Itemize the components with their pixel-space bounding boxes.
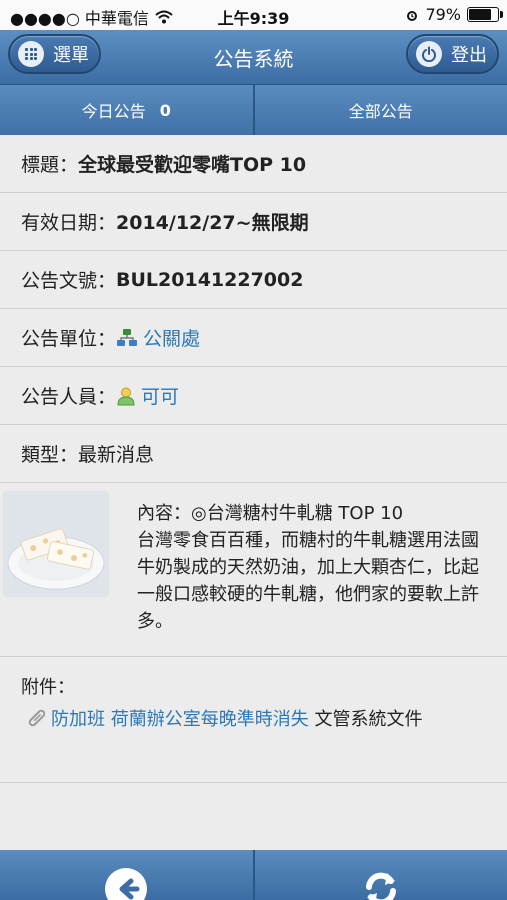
date-value: 2014/12/27~無限期 [116,212,309,234]
back-arrow-icon [105,868,148,900]
power-icon [416,41,442,67]
number-row: 公告文號： BUL20141227002 [0,251,507,309]
attachment-row: 附件： 防加班 荷蘭辦公室每晚準時消失 文管系統文件 [0,657,507,783]
attachment-link[interactable]: 防加班 荷蘭辦公室每晚準時消失 [51,709,309,730]
paperclip-icon [28,709,46,727]
alarm-icon [407,10,418,21]
nav-bar: 選單 公告系統 登出 [0,30,507,85]
status-left: ●●●●○ 中華電信 [10,5,173,29]
status-right: 79% [405,5,503,24]
person-value: 可可 [141,386,180,408]
battery-fill [469,9,491,20]
content-text: 內容：◎台灣糖村牛軋糖 TOP 10 台灣零食百百種，而糖村的牛軋糖選用法國牛奶… [137,500,485,635]
refresh-button[interactable] [252,850,507,900]
person-label: 公告人員： [21,386,117,408]
content-heading: ◎台灣糖村牛軋糖 TOP 10 [191,503,404,524]
logout-button[interactable]: 登出 [406,34,499,74]
bottom-toolbar [0,850,507,900]
unit-row: 公告單位： 公關處 [0,309,507,367]
content-label: 內容： [137,503,191,524]
number-value: BUL20141227002 [116,268,304,291]
announcement-detail: 標題： 全球最受歡迎零嘴TOP 10 有效日期： 2014/12/27~無限期 … [0,135,507,783]
logout-label: 登出 [451,45,487,66]
status-bar: ●●●●○ 中華電信 上午9:39 79% [0,0,507,30]
date-row: 有效日期： 2014/12/27~無限期 [0,193,507,251]
attachment-line: 防加班 荷蘭辦公室每晚準時消失 文管系統文件 [28,707,487,733]
wifi-icon [155,10,173,24]
date-label: 有效日期： [21,212,117,234]
type-label: 類型： [21,444,79,466]
attachment-suffix: 文管系統文件 [308,709,423,730]
type-row: 類型： 最新消息 [0,425,507,483]
number-label: 公告文號： [21,270,117,292]
unit-value: 公關處 [143,328,201,350]
unit-link[interactable]: 公關處 [116,324,200,351]
tab-today-count: 0 [159,100,171,120]
attachment-label: 附件： [21,677,75,698]
content-body: 台灣零食百百種，而糖村的牛軋糖選用法國牛奶製成的天然奶油，加上大顆杏仁，比起一般… [137,530,479,632]
back-button[interactable] [0,850,253,900]
carrier-signal: ●●●●○ 中華電信 [10,9,149,28]
content-row: 內容：◎台灣糖村牛軋糖 TOP 10 台灣零食百百種，而糖村的牛軋糖選用法國牛奶… [0,483,507,657]
tab-today[interactable]: 今日公告 0 [0,85,253,135]
title-value: 全球最受歡迎零嘴TOP 10 [78,154,307,176]
org-chart-icon [117,329,138,346]
person-row: 公告人員： 可可 [0,367,507,425]
refresh-icon [365,872,396,900]
person-icon [117,387,135,406]
tab-all-label: 全部公告 [348,102,413,121]
tab-today-label: 今日公告 [81,102,146,121]
tab-bar: 今日公告 0 全部公告 [0,85,507,135]
type-value: 最新消息 [78,444,155,466]
nougat-image [3,491,109,597]
person-link[interactable]: 可可 [116,382,179,409]
unit-label: 公告單位： [21,328,117,350]
tab-all[interactable]: 全部公告 [252,85,507,135]
title-label: 標題： [21,154,79,176]
battery-percent: 79% [425,5,461,24]
title-row: 標題： 全球最受歡迎零嘴TOP 10 [0,135,507,193]
battery-icon [467,7,503,22]
